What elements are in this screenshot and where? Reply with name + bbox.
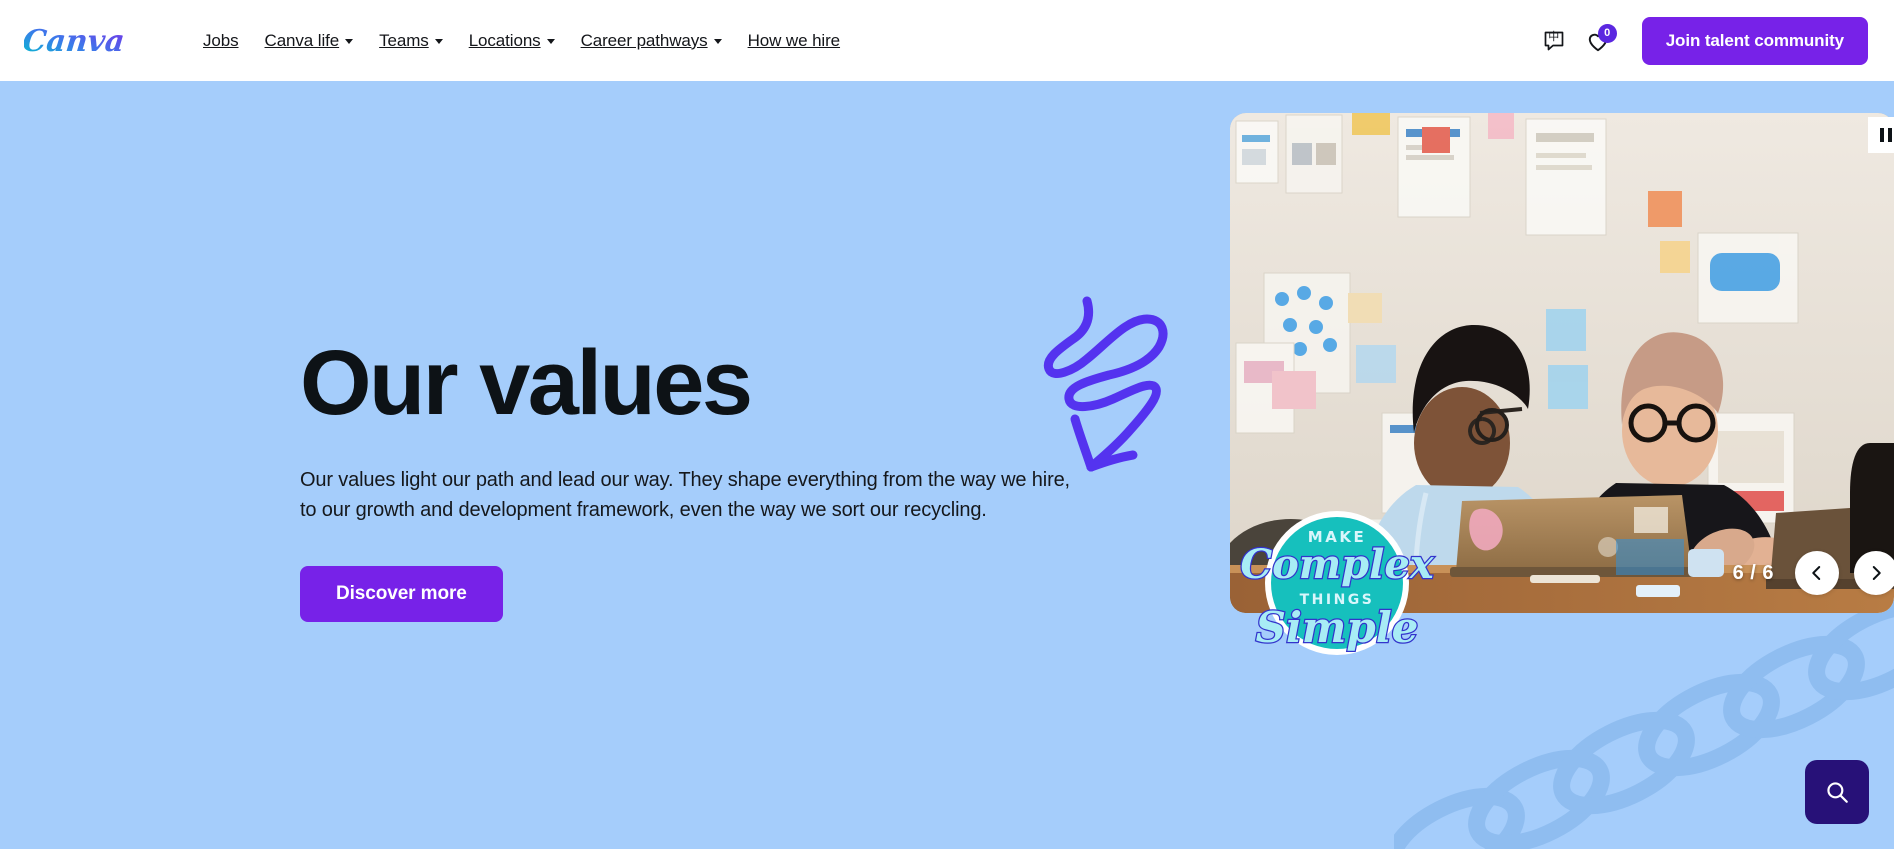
hero-description: Our values light our path and lead our w… — [300, 469, 1070, 522]
nav-label: Teams — [379, 30, 429, 50]
saved-jobs-button[interactable]: 0 — [1576, 19, 1620, 63]
chevron-down-icon — [345, 39, 354, 44]
canva-logo[interactable]: Canva — [24, 18, 140, 64]
nav-item-teams[interactable]: Teams — [366, 25, 456, 57]
hero-section: Our values Our values light our path and… — [0, 81, 1894, 849]
nav-label: Jobs — [203, 30, 239, 50]
canva-logo-icon: Canva — [24, 24, 126, 59]
nav-item-how-we-hire[interactable]: How we hire — [735, 25, 853, 57]
saved-jobs-count-badge: 0 — [1597, 23, 1617, 43]
pause-icon — [1880, 128, 1884, 142]
nav-label: How we hire — [747, 30, 841, 50]
nav-item-canva-life[interactable]: Canva life — [252, 25, 367, 57]
chevron-down-icon — [713, 39, 722, 44]
main-navigation: Jobs Canva life Teams Locations Career p… — [190, 25, 853, 57]
nav-item-locations[interactable]: Locations — [456, 25, 568, 57]
chevron-down-icon — [434, 39, 443, 44]
header-actions: 中 0 Join talent community — [1532, 16, 1868, 65]
join-talent-community-button[interactable]: Join talent community — [1641, 16, 1868, 65]
language-switcher-button[interactable]: 中 — [1532, 19, 1576, 63]
search-button[interactable] — [1805, 760, 1869, 824]
speech-bubble-icon — [1544, 31, 1564, 50]
search-icon — [1827, 782, 1848, 803]
nav-label: Career pathways — [580, 30, 708, 50]
carousel-pause-button[interactable] — [1868, 117, 1894, 153]
carousel-controls: 6 / 6 — [1733, 551, 1894, 595]
chevron-left-icon — [1812, 566, 1821, 580]
carousel-photo-image — [1230, 113, 1894, 613]
chevron-right-icon — [1872, 566, 1881, 580]
nav-label: Canva life — [264, 30, 340, 50]
carousel-photo — [1230, 113, 1894, 613]
nav-item-jobs[interactable]: Jobs — [190, 25, 252, 57]
nav-item-career-pathways[interactable]: Career pathways — [568, 25, 735, 57]
svg-text:Canva: Canva — [24, 24, 126, 59]
nav-label: Locations — [468, 30, 541, 50]
chevron-down-icon — [546, 39, 555, 44]
slide-counter: 6 / 6 — [1732, 561, 1774, 584]
discover-more-button[interactable]: Discover more — [300, 565, 503, 622]
hero-carousel: 6 / 6 MAKE Complex THINGS Simple — [1230, 113, 1894, 655]
carousel-prev-button[interactable] — [1795, 551, 1839, 595]
site-header: Canva Jobs Canva life Teams Locations Ca… — [0, 0, 1894, 81]
page-title: Our values — [300, 332, 753, 434]
carousel-next-button[interactable] — [1854, 551, 1894, 595]
hero-copy: Our values Our values light our path and… — [300, 337, 1100, 622]
pause-icon — [1888, 128, 1892, 142]
